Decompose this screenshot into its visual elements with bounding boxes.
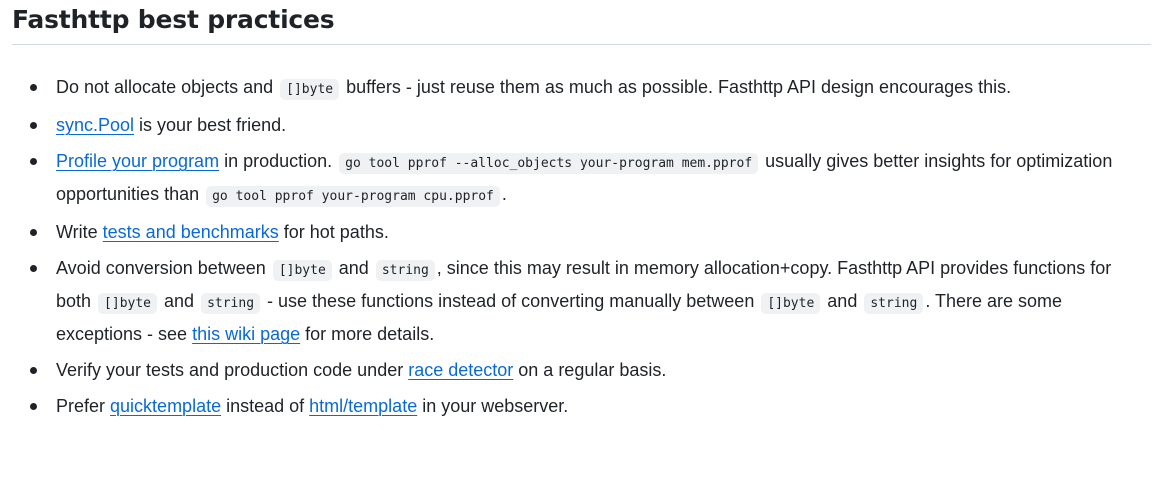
text-segment: Prefer	[56, 396, 111, 416]
link-this-wiki-page[interactable]: this wiki page	[192, 324, 300, 344]
section-heading: Fasthttp best practices	[12, 0, 1151, 45]
list-item: Prefer quicktemplate instead of html/tem…	[12, 391, 1151, 422]
link-profile-your-program[interactable]: Profile your program	[56, 151, 219, 171]
text-segment: buffers - just reuse them as much as pos…	[341, 77, 1012, 97]
list-item: sync.Pool is your best friend.	[12, 110, 1151, 141]
bullet-icon	[30, 367, 37, 374]
text-segment: and	[159, 291, 200, 311]
bullet-icon	[30, 84, 37, 91]
text-segment: on a regular basis.	[513, 360, 667, 380]
text-segment: for hot paths.	[278, 222, 389, 242]
inline-code: string	[375, 260, 435, 281]
text-segment: .	[501, 184, 507, 204]
bullet-icon	[30, 265, 37, 272]
link-race-detector[interactable]: race detector	[408, 360, 513, 380]
list-item: Do not allocate objects and []byte buffe…	[12, 72, 1151, 105]
bullet-icon	[30, 122, 37, 129]
link-sync-pool[interactable]: sync.Pool	[56, 115, 134, 135]
text-segment: in production.	[219, 151, 338, 171]
inline-code: []byte	[272, 260, 332, 281]
inline-code: []byte	[280, 79, 340, 100]
text-segment: and	[822, 291, 863, 311]
text-segment: and	[333, 258, 374, 278]
text-segment: in your webserver.	[417, 396, 569, 416]
list-item: Write tests and benchmarks for hot paths…	[12, 217, 1151, 248]
link-tests-and-benchmarks[interactable]: tests and benchmarks	[103, 222, 279, 242]
link-html-template[interactable]: html/template	[309, 396, 417, 416]
text-segment: instead of	[221, 396, 310, 416]
bullet-icon	[30, 229, 37, 236]
inline-code: string	[201, 293, 261, 314]
text-segment: Verify your tests and production code un…	[56, 360, 409, 380]
text-segment: Write	[56, 222, 103, 242]
readme-section: Fasthttp best practices Do not allocate …	[0, 0, 1163, 487]
text-segment: - use these functions instead of convert…	[262, 291, 760, 311]
bullet-icon	[30, 403, 37, 410]
text-segment: Do not allocate objects and	[56, 77, 279, 97]
list-item: Avoid conversion between []byte and stri…	[12, 253, 1151, 350]
inline-code: go tool pprof --alloc_objects your-progr…	[339, 153, 759, 174]
link-quicktemplate[interactable]: quicktemplate	[110, 396, 221, 416]
best-practices-list: Do not allocate objects and []byte buffe…	[12, 45, 1151, 422]
inline-code: []byte	[98, 293, 158, 314]
inline-code: go tool pprof your-program cpu.pprof	[206, 186, 500, 207]
text-segment: is your best friend.	[134, 115, 287, 135]
list-item: Verify your tests and production code un…	[12, 355, 1151, 386]
inline-code: string	[864, 293, 924, 314]
inline-code: []byte	[761, 293, 821, 314]
text-segment: for more details.	[300, 324, 435, 344]
text-segment: Avoid conversion between	[56, 258, 271, 278]
list-item: Profile your program in production. go t…	[12, 146, 1151, 212]
bullet-icon	[30, 158, 37, 165]
